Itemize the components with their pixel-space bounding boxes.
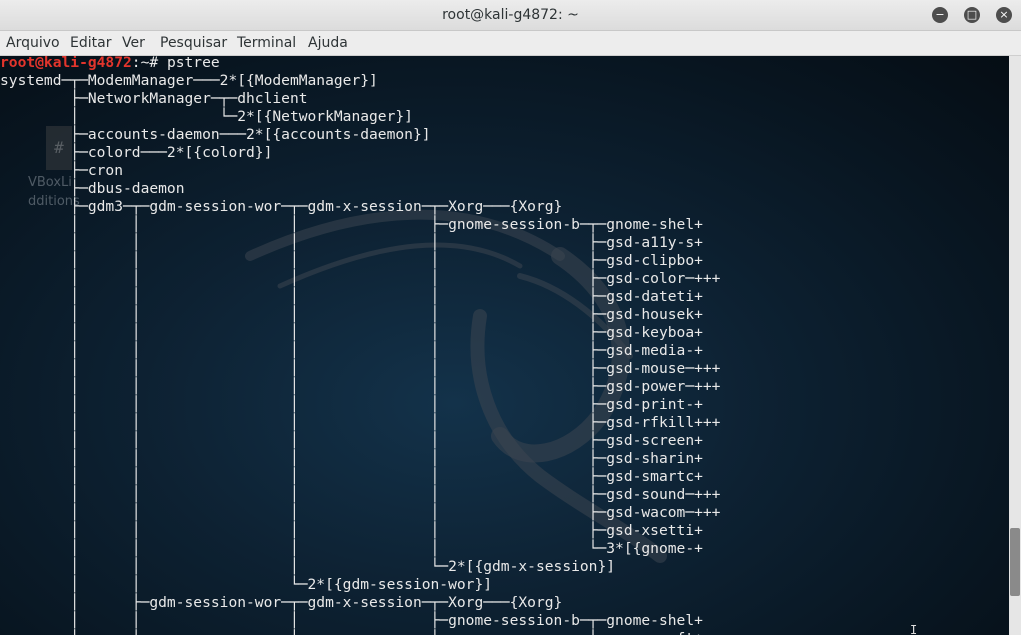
- terminal-output-line: │ │ │ │ ├─gsd-housek+: [0, 306, 703, 323]
- prompt-line: root@kali-g4872:~# pstree: [0, 56, 220, 72]
- terminal-output-area[interactable]: # VBoxLi dditions root@kali-g4872:~# pst…: [0, 56, 1009, 635]
- terminal-output-line: ├─gdm3─┬─gdm-session-wor─┬─gdm-x-session…: [0, 198, 563, 215]
- window-title: root@kali-g4872: ~: [442, 7, 579, 23]
- menu-bar: Arquivo Editar Ver Pesquisar Terminal Aj…: [0, 31, 1021, 56]
- mouse-ibeam-cursor-icon: I: [910, 623, 918, 635]
- terminal-output-line: │ │ │ └─2*[{gdm-x-session}]: [0, 558, 616, 575]
- terminal-output-line: │ │ │ ├─gnome-session-b─┬─gnome-shel+: [0, 612, 703, 629]
- scrollbar-thumb[interactable]: [1010, 528, 1020, 596]
- menu-editar[interactable]: Editar: [70, 31, 111, 55]
- terminal-output-line: │ │ │ │ ├─gsd-clipbo+: [0, 252, 703, 269]
- terminal-output-line: ├─colord───2*[{colord}]: [0, 144, 273, 161]
- terminal-output-line: ├─dbus-daemon: [0, 180, 185, 197]
- menu-pesquisar[interactable]: Pesquisar: [160, 31, 227, 55]
- prompt-command: pstree: [166, 56, 220, 71]
- terminal-output-line: │ │ │ │ └─3*[{gnome-+: [0, 540, 703, 557]
- terminal-output-line: │ │ │ │ ├─gsd-a11y-s+: [0, 234, 703, 251]
- terminal-output-line: systemd─┬─ModemManager───2*[{ModemManage…: [0, 72, 378, 89]
- minimize-button[interactable]: −: [932, 7, 948, 23]
- title-bar[interactable]: root@kali-g4872: ~ − □ ×: [0, 0, 1021, 31]
- terminal-output-line: │ │ │ │ ├─gsd-sharin+: [0, 450, 703, 467]
- terminal-output-line: ├─accounts-daemon───2*[{accounts-daemon}…: [0, 126, 431, 143]
- terminal-output-line: │ │ │ │ ├─gsd-xsetti+: [0, 522, 703, 539]
- terminal-output-line: │ │ │ │ ├─gsd-rfkill+++: [0, 414, 721, 431]
- menu-terminal[interactable]: Terminal: [237, 31, 296, 55]
- menu-ajuda[interactable]: Ajuda: [308, 31, 348, 55]
- terminal-output-line: │ │ │ │ ├─gsd-dateti+: [0, 288, 703, 305]
- terminal-output-line: ├─NetworkManager─┬─dhclient: [0, 90, 308, 107]
- terminal-output-line: │ │ │ │ ├─gsd-media-+: [0, 342, 703, 359]
- terminal-output-line: │ │ │ ├─gnome-session-b─┬─gnome-shel+: [0, 216, 703, 233]
- terminal-window: root@kali-g4872: ~ − □ × Arquivo Editar …: [0, 0, 1021, 635]
- terminal-output-line: │ │ │ │ ├─gsd-color─+++: [0, 270, 721, 287]
- terminal-output-line: │ │ │ │ ├─gsd-power─+++: [0, 378, 721, 395]
- close-button[interactable]: ×: [996, 7, 1012, 23]
- terminal-output-line: │ ├─gdm-session-wor─┬─gdm-x-session─┬─Xo…: [0, 594, 563, 611]
- prompt-path: :~#: [131, 56, 167, 71]
- terminal-output-line: │ │ │ │ ├─gnome-soft+: [0, 630, 703, 635]
- terminal-output-line: │ │ └─2*[{gdm-session-wor}]: [0, 576, 493, 593]
- terminal-output-line: ├─cron: [0, 162, 124, 179]
- terminal-output-line: │ │ │ │ ├─gsd-wacom─+++: [0, 504, 721, 521]
- terminal-output-line: │ │ │ │ ├─gsd-screen+: [0, 432, 703, 449]
- terminal-output-line: │ │ │ │ ├─gsd-keyboa+: [0, 324, 703, 341]
- maximize-button[interactable]: □: [964, 7, 980, 23]
- terminal-output-line: │ └─2*[{NetworkManager}]: [0, 108, 413, 125]
- prompt-user-host: root@kali-g4872: [0, 56, 132, 71]
- vertical-scrollbar[interactable]: [1009, 56, 1021, 635]
- terminal-lines: root@kali-g4872:~# pstree systemd─┬─Mode…: [0, 56, 1009, 635]
- terminal-output-line: │ │ │ │ ├─gsd-mouse─+++: [0, 360, 721, 377]
- terminal-output-line: │ │ │ │ ├─gsd-print-+: [0, 396, 703, 413]
- menu-arquivo[interactable]: Arquivo: [6, 31, 60, 55]
- terminal-output-line: │ │ │ │ ├─gsd-sound─+++: [0, 486, 721, 503]
- terminal-output-line: │ │ │ │ ├─gsd-smartc+: [0, 468, 703, 485]
- menu-ver[interactable]: Ver: [122, 31, 145, 55]
